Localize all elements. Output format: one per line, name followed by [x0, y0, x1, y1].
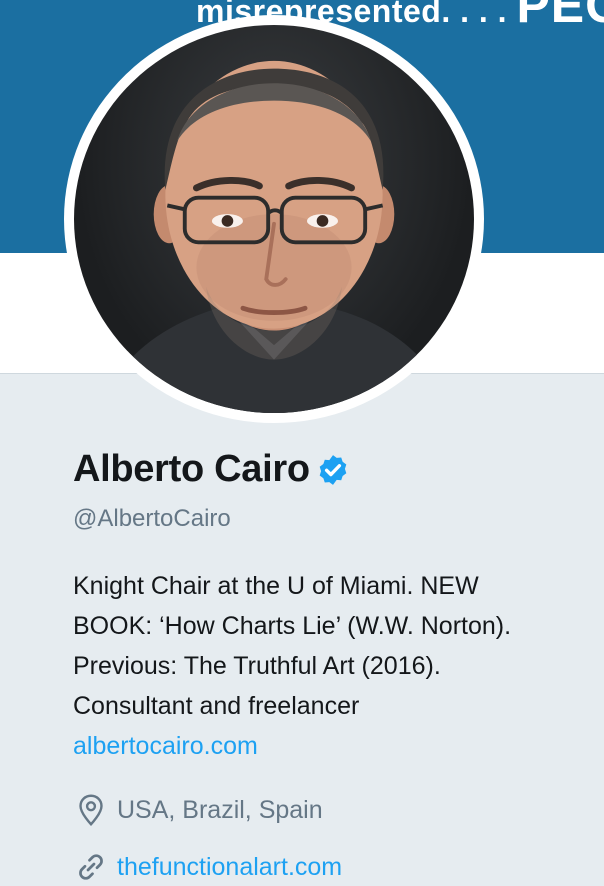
avatar[interactable]: [64, 15, 484, 423]
bio-website-link[interactable]: albertocairo.com: [73, 726, 593, 766]
avatar-portrait-illustration: [99, 60, 454, 413]
profile-bio: Knight Chair at the U of Miami. NEW BOOK…: [73, 566, 593, 766]
profile-name-row: Alberto Cairo: [73, 448, 350, 491]
profile-location: USA, Brazil, Spain: [73, 792, 323, 828]
profile-name[interactable]: Alberto Cairo: [73, 448, 310, 491]
verified-badge-icon[interactable]: [316, 453, 350, 487]
website-link[interactable]: thefunctionalart.com: [117, 853, 342, 882]
profile-website: thefunctionalart.com: [73, 849, 342, 885]
profile-handle[interactable]: @AlbertoCairo: [73, 505, 231, 533]
banner-text-big: PEOP: [516, 0, 604, 33]
bio-line: Previous: The Truthful Art (2016).: [73, 652, 441, 680]
location-pin-icon: [79, 794, 103, 826]
location-text: USA, Brazil, Spain: [117, 795, 323, 824]
bio-line: Knight Chair at the U of Miami. NEW: [73, 572, 479, 600]
link-icon: [79, 854, 103, 880]
bio-line: Consultant and freelancer: [73, 692, 360, 720]
profile-page: misrepresented. . . . PEOP: [0, 0, 604, 886]
bio-line: BOOK: ‘How Charts Lie’ (W.W. Norton).: [73, 612, 512, 640]
avatar-photo: [74, 25, 474, 413]
